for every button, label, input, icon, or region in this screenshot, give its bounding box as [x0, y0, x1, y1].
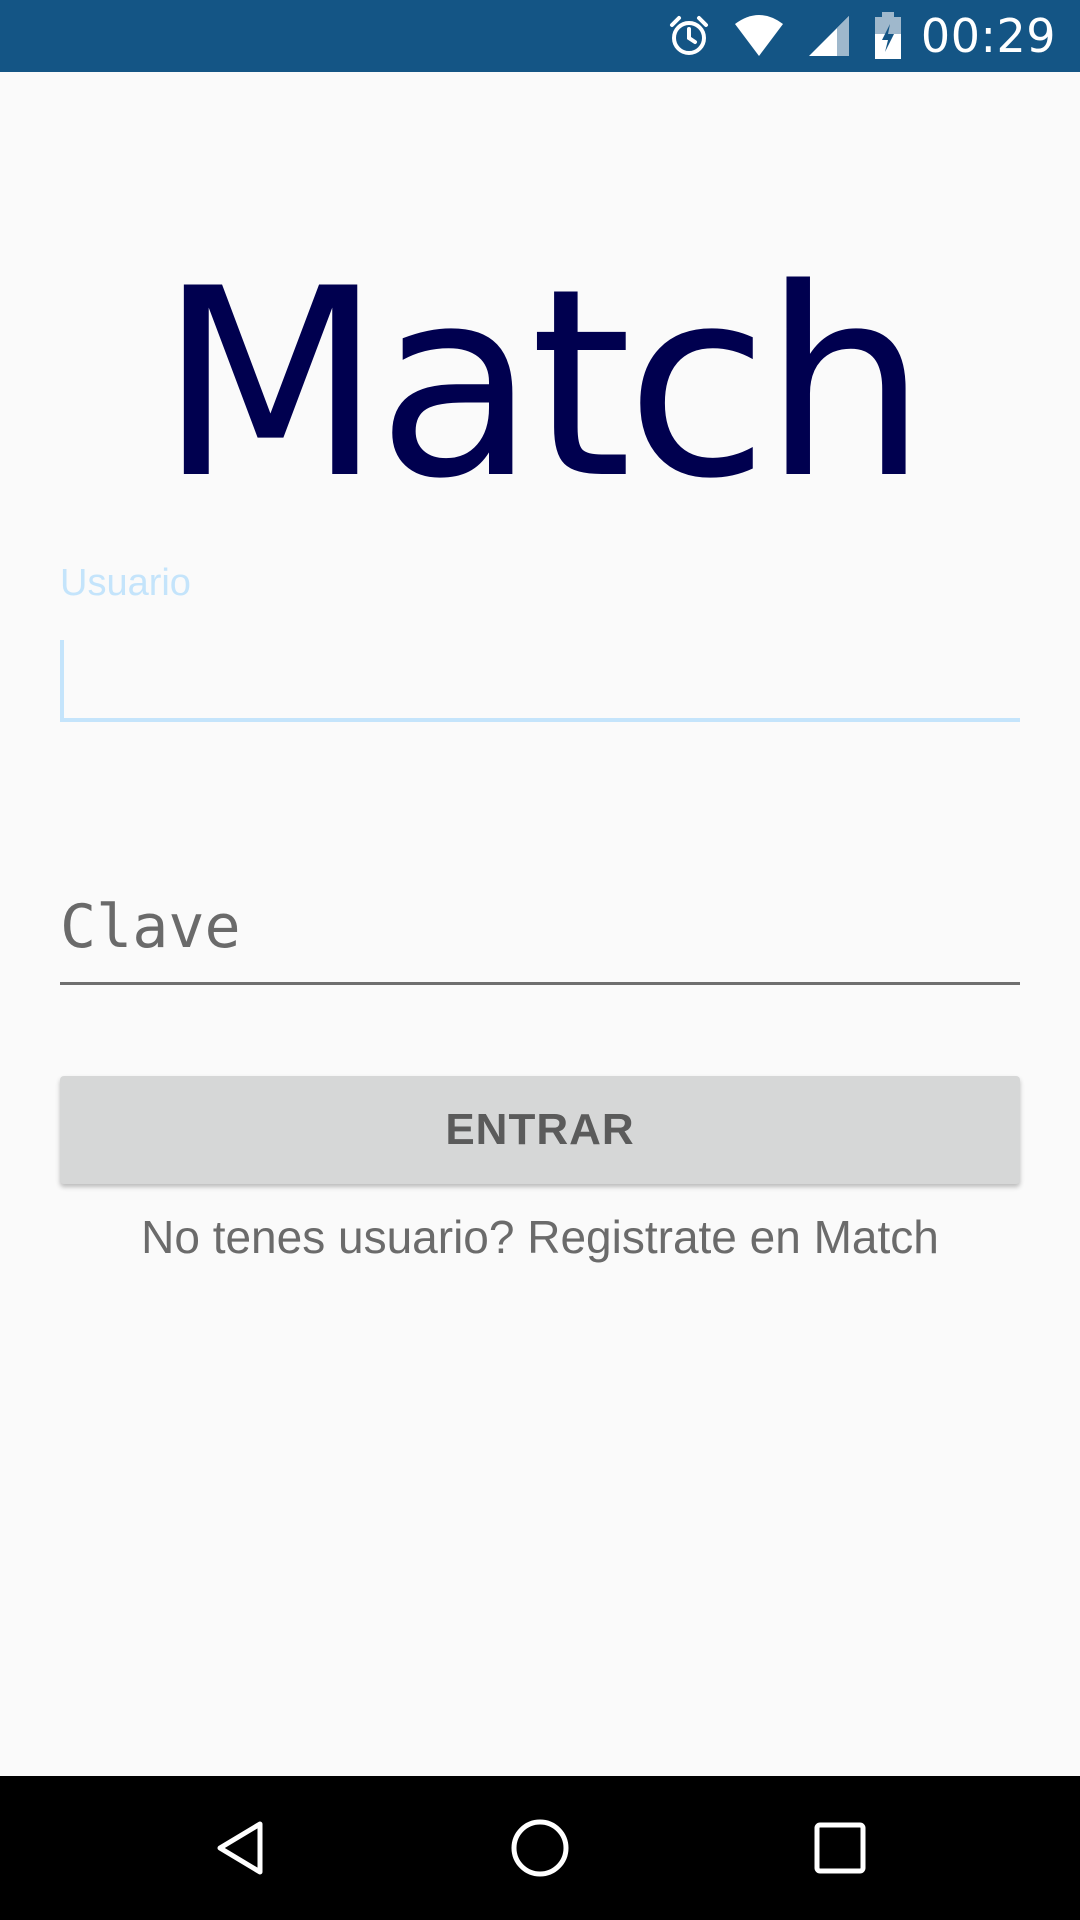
status-clock: 00:29	[920, 9, 1056, 63]
home-icon[interactable]	[490, 1798, 590, 1898]
back-icon[interactable]	[190, 1798, 290, 1898]
username-field-container: Usuario	[60, 562, 1020, 722]
battery-charging-icon	[873, 12, 903, 60]
app-logo: Match	[158, 234, 927, 536]
text-cursor	[60, 640, 64, 720]
navigation-bar	[0, 1776, 1080, 1920]
login-screen: Match Usuario ENTRAR No tenes usuario? R…	[0, 72, 1080, 1776]
alarm-icon	[667, 14, 711, 58]
cell-signal-icon	[807, 14, 851, 58]
wifi-icon	[733, 14, 785, 58]
username-input[interactable]	[60, 632, 1020, 722]
password-field-container	[60, 872, 1020, 987]
username-label: Usuario	[60, 562, 191, 604]
status-bar: 00:29	[0, 0, 1080, 72]
register-link[interactable]: No tenes usuario? Registrate en Match	[0, 1202, 1080, 1272]
status-icons	[667, 12, 903, 60]
login-button[interactable]: ENTRAR	[60, 1076, 1020, 1184]
recents-icon[interactable]	[790, 1798, 890, 1898]
password-input[interactable]	[60, 872, 1020, 985]
